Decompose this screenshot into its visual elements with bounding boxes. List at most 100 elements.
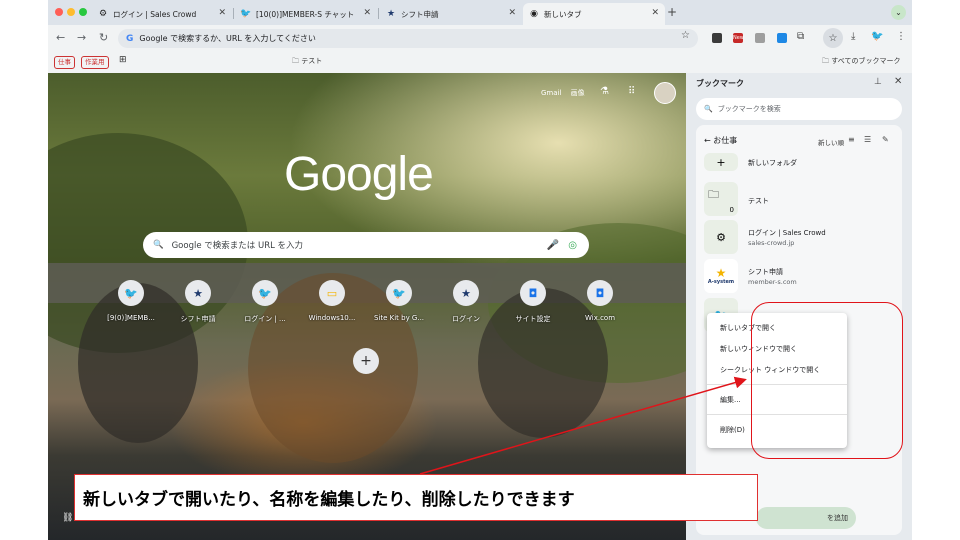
images-link[interactable]: 画像: [571, 89, 585, 97]
bird-icon: 🐦: [252, 280, 278, 306]
back-icon[interactable]: ←: [56, 31, 65, 44]
bookmark-search-input[interactable]: 🔍 ブックマークを検索: [696, 98, 902, 120]
shortcut-tile[interactable]: ★ シフト申請: [166, 280, 230, 324]
chevron-down-icon: ⌄: [895, 8, 902, 17]
slides-icon: ▭: [319, 280, 345, 306]
shortcut-tile[interactable]: ▭ Windows10...: [300, 280, 364, 322]
tab-divider: [233, 8, 234, 19]
tab-label: [10(0)]MEMBER-S チャット: [256, 9, 355, 19]
extension-icon[interactable]: [712, 33, 722, 43]
address-bar[interactable]: G Google で検索するか、URL を入力してください: [118, 29, 698, 48]
search-input[interactable]: 🔍 Google で検索または URL を入力 🎤 ◎: [143, 232, 589, 258]
item-url: member-s.com: [748, 278, 797, 286]
minimize-window-button[interactable]: [67, 8, 75, 16]
link-icon[interactable]: ⛓: [62, 513, 73, 523]
extension-new-icon[interactable]: New: [733, 33, 744, 43]
search-placeholder: Google で検索または URL を入力: [171, 241, 304, 251]
folder-icon: 🗀: [292, 57, 302, 65]
close-icon[interactable]: ✕: [651, 8, 659, 18]
member-s-icon: 🐦: [118, 280, 144, 306]
tab-member-s[interactable]: 🐦 [10(0)]MEMBER-S チャット ✕: [235, 3, 377, 25]
item-title: ログイン | Sales Crowd: [748, 229, 826, 237]
tab-label: シフト申請: [401, 9, 439, 19]
pin-icon[interactable]: ⊥: [874, 77, 882, 87]
filter-icon[interactable]: ≡: [848, 135, 855, 144]
extension-icon[interactable]: [777, 33, 787, 43]
list-item-folder-test[interactable]: 🗀 0 テスト: [704, 182, 894, 216]
new-tab-page: Gmail 画像 ⚗ ⠿ Google 🔍 Google で検索または URL …: [48, 73, 686, 540]
folder-title: お仕事: [713, 136, 738, 145]
shortcut-label: ログイン: [452, 315, 480, 323]
back-arrow-icon[interactable]: ←: [704, 136, 713, 145]
avatar[interactable]: [654, 82, 676, 104]
list-item-bookmark[interactable]: ⚙ ログイン | Sales Crowd sales-crowd.jp: [704, 220, 894, 254]
shortcut-tile[interactable]: ◘ サイト設定: [501, 280, 565, 324]
tab-search-button[interactable]: ⌄: [891, 5, 906, 20]
bookmark-chip-work[interactable]: 仕事: [54, 56, 75, 69]
menu-item-edit[interactable]: 編集...: [720, 395, 741, 405]
apps-grid-icon[interactable]: ⠿: [628, 86, 635, 97]
site-icon: ◘: [520, 280, 546, 306]
highlight-outline: [751, 302, 903, 459]
apps-grid-icon[interactable]: ⊞: [119, 55, 127, 65]
sales-crowd-icon: ⚙: [98, 9, 108, 19]
tab-label: 新しいタブ: [544, 9, 582, 19]
list-view-icon[interactable]: ☰: [864, 135, 871, 144]
tab-strip: ⚙ ログイン | Sales Crowd ✕ 🐦 [10(0)]MEMBER-S…: [48, 0, 912, 25]
star-icon: ★: [453, 280, 479, 306]
microphone-icon[interactable]: 🎤: [547, 240, 559, 251]
profile-icon[interactable]: 🐦: [871, 31, 883, 42]
sort-label[interactable]: 新しい順: [818, 137, 844, 147]
list-item-bookmark[interactable]: ★ A-system シフト申請 member-s.com: [704, 259, 894, 293]
lens-icon[interactable]: ◎: [568, 240, 577, 251]
all-bookmarks-button[interactable]: 🗀 すべてのブックマーク: [822, 56, 900, 68]
new-tab-button[interactable]: +: [667, 5, 677, 19]
close-window-button[interactable]: [55, 8, 63, 16]
puzzle-icon[interactable]: ⧉: [797, 31, 804, 42]
shortcut-tile[interactable]: 🐦 ログイン | ...: [233, 280, 297, 324]
extension-icon[interactable]: [755, 33, 765, 43]
more-menu-icon[interactable]: ⋮: [896, 31, 906, 42]
item-title: 新しいフォルダ: [748, 159, 797, 167]
close-icon[interactable]: ✕: [363, 8, 371, 18]
tab-new-tab[interactable]: ◉ 新しいタブ ✕: [523, 3, 665, 25]
all-bookmarks-label: すべてのブックマーク: [831, 57, 901, 65]
labs-icon[interactable]: ⚗: [600, 86, 609, 97]
gmail-link[interactable]: Gmail: [541, 89, 561, 97]
plus-icon: +: [704, 153, 738, 171]
add-shortcut-button[interactable]: +: [353, 348, 379, 374]
reload-icon[interactable]: ↻: [99, 31, 108, 44]
tab-label: ログイン | Sales Crowd: [113, 9, 197, 19]
sales-crowd-icon: ⚙: [704, 220, 738, 254]
shortcut-label: シフト申請: [180, 315, 216, 323]
shortcut-label: Windows10...: [308, 314, 356, 322]
shortcut-tile[interactable]: ★ ログイン: [434, 280, 498, 324]
tab-shift[interactable]: ★ シフト申請 ✕: [380, 3, 522, 25]
bookmark-chip-workspace[interactable]: 作業用: [81, 56, 109, 69]
close-icon[interactable]: ✕: [218, 8, 226, 18]
list-item-new-folder[interactable]: + 新しいフォルダ: [704, 153, 894, 177]
bookmark-star-icon[interactable]: ☆: [681, 30, 690, 41]
menu-item-delete[interactable]: 削除(D): [720, 425, 745, 435]
shortcut-label: ログイン | ...: [244, 315, 286, 323]
item-url: sales-crowd.jp: [748, 239, 795, 247]
forward-icon[interactable]: →: [77, 31, 86, 44]
bookmark-folder-test[interactable]: 🗀 テスト: [292, 56, 322, 68]
shortcut-tile[interactable]: 🐦 [9(0)]MEMB...: [99, 280, 163, 322]
add-bookmark-button[interactable]: を追加: [756, 507, 856, 529]
tab-sales-crowd[interactable]: ⚙ ログイン | Sales Crowd ✕: [92, 3, 232, 25]
download-icon[interactable]: ⤓: [851, 31, 855, 42]
folder-icon: 🗀 0: [704, 182, 738, 216]
close-icon[interactable]: ✕: [894, 76, 902, 87]
folder-header[interactable]: ← お仕事: [704, 135, 737, 146]
star-icon: ☆: [828, 32, 838, 44]
shortcut-tile[interactable]: ◘ Wix.com: [568, 280, 632, 322]
member-s-icon: 🐦: [240, 9, 252, 19]
star-icon: ★: [715, 266, 727, 280]
shortcut-tile[interactable]: 🐦 Site Kit by G...: [367, 280, 431, 322]
close-icon[interactable]: ✕: [508, 8, 516, 18]
top-links: Gmail 画像: [541, 88, 585, 98]
side-panel-bookmarks-button[interactable]: ☆: [823, 28, 843, 48]
zoom-window-button[interactable]: [79, 8, 87, 16]
edit-icon[interactable]: ✎: [882, 135, 889, 144]
